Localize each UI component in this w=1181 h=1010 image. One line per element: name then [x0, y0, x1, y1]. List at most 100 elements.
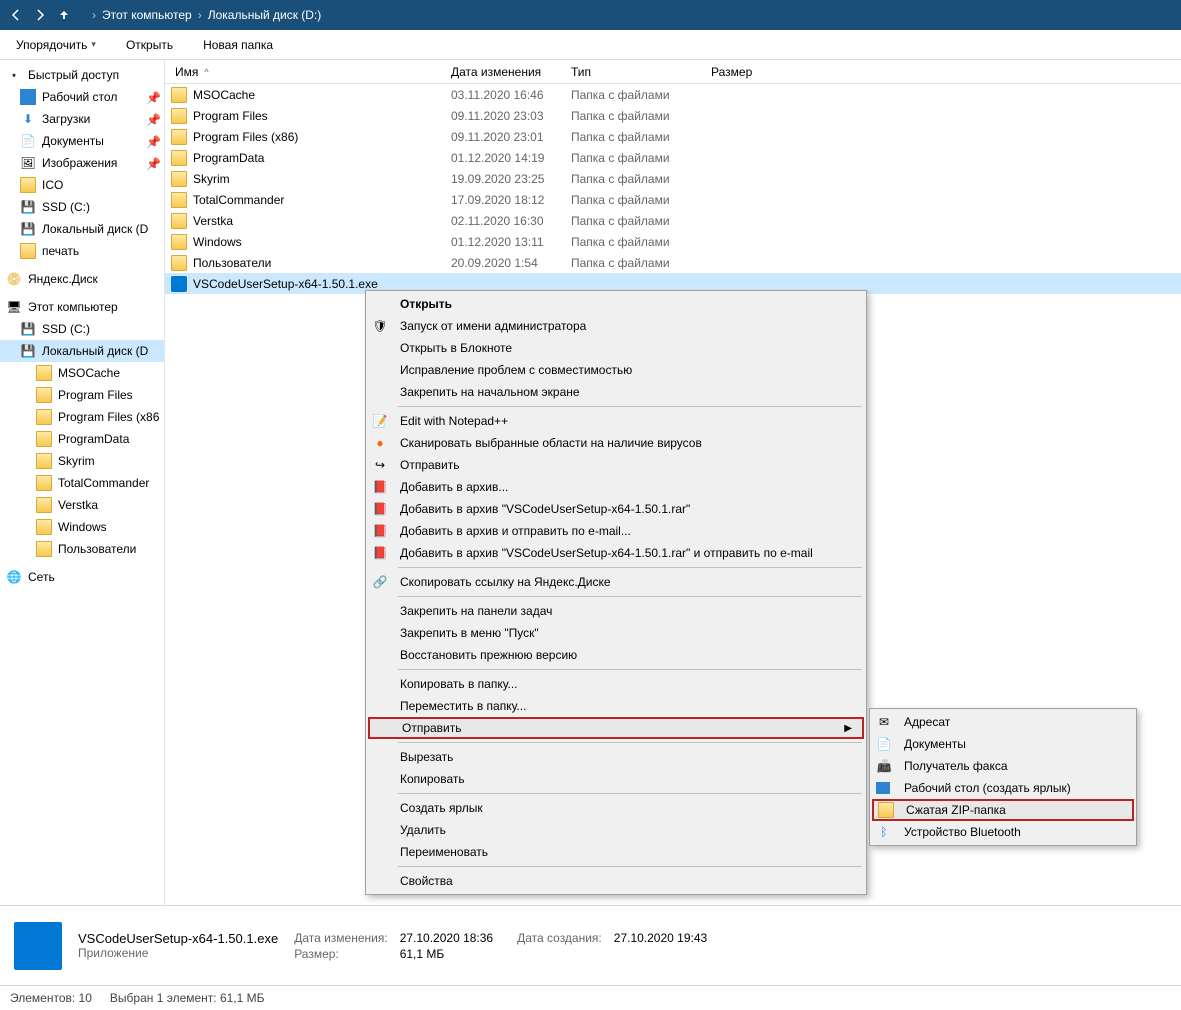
- sidebar-network[interactable]: 🌐Сеть: [0, 566, 164, 588]
- sidebar-ssd[interactable]: 💾SSD (C:): [0, 196, 164, 218]
- menu-delete[interactable]: Удалить: [368, 819, 864, 841]
- details-type: Приложение: [78, 946, 278, 960]
- menu-add-rar[interactable]: 📕Добавить в архив "VSCodeUserSetup-x64-1…: [368, 498, 864, 520]
- menu-add-email[interactable]: 📕Добавить в архив и отправить по e-mail.…: [368, 520, 864, 542]
- menu-pin-start[interactable]: Закрепить на начальном экране: [368, 381, 864, 403]
- column-size[interactable]: Размер: [711, 65, 791, 79]
- sidebar-yandex[interactable]: 📀Яндекс.Диск: [0, 268, 164, 290]
- folder-icon: [20, 177, 36, 193]
- sidebar-folder[interactable]: Windows: [0, 516, 164, 538]
- file-row[interactable]: Skyrim19.09.2020 23:25Папка с файлами: [165, 168, 1181, 189]
- submenu-documents[interactable]: 📄Документы: [872, 733, 1134, 755]
- status-elements: Элементов: 10: [10, 991, 92, 1005]
- menu-run-admin[interactable]: 🛡Запуск от имени администратора: [368, 315, 864, 337]
- file-row[interactable]: ProgramData01.12.2020 14:19Папка с файла…: [165, 147, 1181, 168]
- folder-icon: [36, 387, 52, 403]
- file-row[interactable]: MSOCache03.11.2020 16:46Папка с файлами: [165, 84, 1181, 105]
- sidebar-this-pc[interactable]: 🖥Этот компьютер: [0, 296, 164, 318]
- menu-add-rar-email[interactable]: 📕Добавить в архив "VSCodeUserSetup-x64-1…: [368, 542, 864, 564]
- submenu-bluetooth[interactable]: ᛒУстройство Bluetooth: [872, 821, 1134, 843]
- file-row[interactable]: Windows01.12.2020 13:11Папка с файлами: [165, 231, 1181, 252]
- sidebar-local-d2[interactable]: 💾Локальный диск (D: [0, 340, 164, 362]
- breadcrumb-item[interactable]: Локальный диск (D:): [208, 8, 322, 22]
- column-name[interactable]: Имя^: [171, 65, 451, 79]
- menu-copy-yandex[interactable]: 🔗Скопировать ссылку на Яндекс.Диске: [368, 571, 864, 593]
- column-headers[interactable]: Имя^ Дата изменения Тип Размер: [165, 60, 1181, 84]
- file-row[interactable]: Program Files09.11.2020 23:03Папка с фай…: [165, 105, 1181, 126]
- submenu-zip[interactable]: Сжатая ZIP-папка: [872, 799, 1134, 821]
- menu-rename[interactable]: Переименовать: [368, 841, 864, 863]
- fax-icon: 📠: [876, 758, 892, 774]
- file-row[interactable]: Program Files (x86)09.11.2020 23:01Папка…: [165, 126, 1181, 147]
- file-name: Windows: [193, 235, 242, 249]
- sidebar-pictures[interactable]: 🖼Изображения📌: [0, 152, 164, 174]
- menu-pin-startmenu[interactable]: Закрепить в меню "Пуск": [368, 622, 864, 644]
- file-date: 19.09.2020 23:25: [451, 172, 571, 186]
- submenu-addressee[interactable]: ✉Адресат: [872, 711, 1134, 733]
- details-date-created: 27.10.2020 19:43: [614, 931, 707, 945]
- menu-move-to[interactable]: Переместить в папку...: [368, 695, 864, 717]
- breadcrumb-item[interactable]: Этот компьютер: [102, 8, 192, 22]
- folder-icon: [36, 431, 52, 447]
- menu-send[interactable]: ↪Отправить: [368, 454, 864, 476]
- yandex-icon: 🔗: [372, 574, 388, 590]
- context-menu: Открыть 🛡Запуск от имени администратора …: [365, 290, 867, 895]
- column-type[interactable]: Тип: [571, 65, 711, 79]
- back-button[interactable]: [6, 5, 26, 25]
- sidebar-folder[interactable]: MSOCache: [0, 362, 164, 384]
- new-folder-button[interactable]: Новая папка: [195, 36, 281, 54]
- menu-copy-to[interactable]: Копировать в папку...: [368, 673, 864, 695]
- menu-troubleshoot[interactable]: Исправление проблем с совместимостью: [368, 359, 864, 381]
- sidebar-folder[interactable]: Пользователи: [0, 538, 164, 560]
- organize-button[interactable]: Упорядочить▾: [8, 36, 104, 54]
- sidebar-local-d[interactable]: 💾Локальный диск (D: [0, 218, 164, 240]
- sidebar-folder[interactable]: Program Files (x86: [0, 406, 164, 428]
- drive-icon: 💾: [20, 343, 36, 359]
- file-name: Program Files (x86): [193, 130, 298, 144]
- breadcrumb[interactable]: › Этот компьютер › Локальный диск (D:): [86, 8, 321, 22]
- status-bar: Элементов: 10 Выбран 1 элемент: 61,1 МБ: [0, 985, 1181, 1010]
- sidebar-folder[interactable]: Verstka: [0, 494, 164, 516]
- menu-separator: [398, 567, 862, 568]
- sidebar-desktop[interactable]: Рабочий стол📌: [0, 86, 164, 108]
- menu-scan-virus[interactable]: ●Сканировать выбранные области на наличи…: [368, 432, 864, 454]
- menu-create-shortcut[interactable]: Создать ярлык: [368, 797, 864, 819]
- open-button[interactable]: Открыть: [118, 36, 181, 54]
- menu-edit-npp[interactable]: 📝Edit with Notepad++: [368, 410, 864, 432]
- sidebar-folder[interactable]: Skyrim: [0, 450, 164, 472]
- details-date-mod-label: Дата изменения:: [294, 931, 388, 945]
- sidebar-print[interactable]: печать: [0, 240, 164, 262]
- menu-add-archive[interactable]: 📕Добавить в архив...: [368, 476, 864, 498]
- npp-icon: 📝: [372, 413, 388, 429]
- submenu-desktop[interactable]: Рабочий стол (создать ярлык): [872, 777, 1134, 799]
- menu-restore-version[interactable]: Восстановить прежнюю версию: [368, 644, 864, 666]
- menu-send-to[interactable]: Отправить▶: [368, 717, 864, 739]
- column-date[interactable]: Дата изменения: [451, 65, 571, 79]
- file-date: 02.11.2020 16:30: [451, 214, 571, 228]
- sidebar-ssd2[interactable]: 💾SSD (C:): [0, 318, 164, 340]
- sidebar-ico[interactable]: ICO: [0, 174, 164, 196]
- sidebar-quick-access[interactable]: ⋆Быстрый доступ: [0, 64, 164, 86]
- sidebar-downloads[interactable]: ⬇Загрузки📌: [0, 108, 164, 130]
- menu-copy[interactable]: Копировать: [368, 768, 864, 790]
- file-type: Папка с файлами: [571, 151, 711, 165]
- navigation-pane[interactable]: ⋆Быстрый доступ Рабочий стол📌 ⬇Загрузки📌…: [0, 60, 165, 905]
- rar-icon: 📕: [372, 545, 388, 561]
- drive-icon: 💾: [20, 321, 36, 337]
- file-type: Папка с файлами: [571, 235, 711, 249]
- menu-properties[interactable]: Свойства: [368, 870, 864, 892]
- forward-button[interactable]: [30, 5, 50, 25]
- submenu-fax[interactable]: 📠Получатель факса: [872, 755, 1134, 777]
- menu-open-notepad[interactable]: Открыть в Блокноте: [368, 337, 864, 359]
- menu-cut[interactable]: Вырезать: [368, 746, 864, 768]
- menu-open[interactable]: Открыть: [368, 293, 864, 315]
- file-row[interactable]: Пользователи20.09.2020 1:54Папка с файла…: [165, 252, 1181, 273]
- file-row[interactable]: TotalCommander17.09.2020 18:12Папка с фа…: [165, 189, 1181, 210]
- menu-pin-taskbar[interactable]: Закрепить на панели задач: [368, 600, 864, 622]
- sidebar-documents[interactable]: 📄Документы📌: [0, 130, 164, 152]
- sidebar-folder[interactable]: TotalCommander: [0, 472, 164, 494]
- up-button[interactable]: [54, 5, 74, 25]
- sidebar-folder[interactable]: ProgramData: [0, 428, 164, 450]
- file-row[interactable]: Verstka02.11.2020 16:30Папка с файлами: [165, 210, 1181, 231]
- sidebar-folder[interactable]: Program Files: [0, 384, 164, 406]
